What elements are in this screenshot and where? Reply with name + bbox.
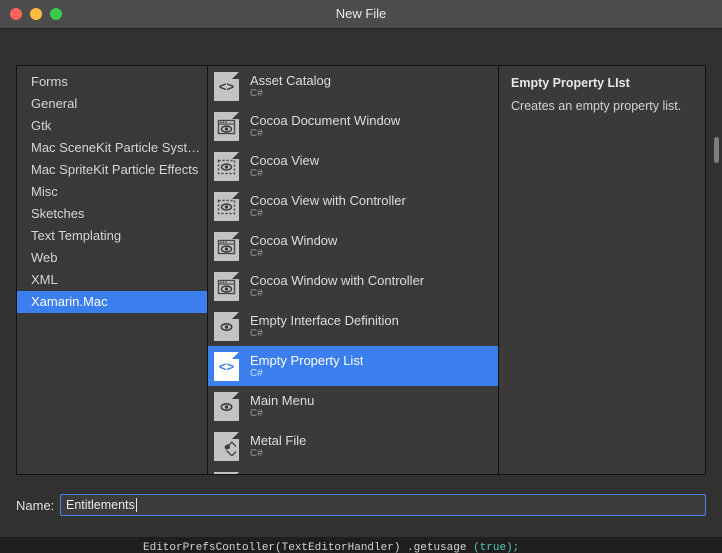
window-titlebar: New File bbox=[0, 0, 722, 29]
background-code-line: EditorPrefsContoller(TextEditorHandler) … bbox=[143, 542, 519, 553]
template-item-name: Asset Catalog bbox=[250, 72, 331, 88]
template-item-language: C# bbox=[250, 367, 263, 379]
template-item-name: Empty Interface Definition bbox=[250, 312, 399, 328]
code-brackets-document-icon: <> bbox=[212, 70, 240, 102]
template-item-name: Cocoa Window bbox=[250, 232, 338, 248]
name-label: Name: bbox=[16, 497, 55, 513]
template-item-main-menu[interactable]: Main Menu C# bbox=[208, 386, 498, 426]
window-eye-document-icon bbox=[212, 230, 240, 262]
template-item-language: C# bbox=[250, 207, 263, 219]
name-input-value: Entitlements bbox=[66, 498, 135, 512]
template-item-metal-file[interactable]: Metal File C# bbox=[208, 426, 498, 466]
eye-document-icon bbox=[212, 390, 240, 422]
template-item-cocoa-view-with-controller[interactable]: Cocoa View with Controller C# bbox=[208, 186, 498, 226]
template-item-language: C# bbox=[250, 407, 263, 419]
code-token-1: EditorPrefsContoller(TextEditorHandler) … bbox=[143, 542, 467, 553]
template-item-language: C# bbox=[250, 327, 263, 339]
category-item-web[interactable]: Web bbox=[17, 247, 207, 269]
template-item-empty-interface-definition[interactable]: Empty Interface Definition C# bbox=[208, 306, 498, 346]
window-eye-document-icon bbox=[212, 270, 240, 302]
background-code-strip: EditorPrefsContoller(TextEditorHandler) … bbox=[0, 537, 722, 553]
template-item-name: Cocoa View with Controller bbox=[250, 192, 406, 208]
window-scrollbar[interactable] bbox=[713, 59, 720, 537]
dashed-eye-document-icon bbox=[212, 150, 240, 182]
template-item-language: C# bbox=[250, 287, 263, 299]
category-list[interactable]: Forms General Gtk Mac SceneKit Particle … bbox=[17, 66, 208, 474]
eye-document-icon bbox=[212, 310, 240, 342]
category-item-general[interactable]: General bbox=[17, 93, 207, 115]
template-item-language: C# bbox=[250, 127, 263, 139]
category-item-mac-scenekit-particle-systems[interactable]: Mac SceneKit Particle Systems bbox=[17, 137, 207, 159]
template-item-cocoa-window-with-controller[interactable]: Cocoa Window with Controller C# bbox=[208, 266, 498, 306]
template-item-name: Metal File bbox=[250, 432, 307, 448]
template-item-name: Cocoa View bbox=[250, 152, 320, 168]
code-token-2: (true); bbox=[473, 542, 520, 553]
name-input[interactable]: Entitlements bbox=[60, 494, 706, 516]
template-item-name: Cocoa Window with Controller bbox=[250, 272, 425, 288]
category-item-text-templating[interactable]: Text Templating bbox=[17, 225, 207, 247]
template-item-name: Cocoa Document Window bbox=[250, 112, 401, 128]
scrollbar-thumb[interactable] bbox=[714, 137, 719, 163]
template-item-language: C# bbox=[250, 167, 263, 179]
template-item-asset-catalog[interactable]: <> Asset Catalog C# bbox=[208, 66, 498, 106]
category-item-mac-spritekit-particle-effects[interactable]: Mac SpriteKit Particle Effects bbox=[17, 159, 207, 181]
template-browser: Forms General Gtk Mac SceneKit Particle … bbox=[16, 65, 706, 475]
template-item-clipped[interactable] bbox=[208, 466, 498, 474]
template-item-name: Empty Property List bbox=[250, 352, 364, 368]
category-item-forms[interactable]: Forms bbox=[17, 71, 207, 93]
template-item-language: C# bbox=[250, 447, 263, 459]
window-title: New File bbox=[335, 6, 387, 21]
category-item-xml[interactable]: XML bbox=[17, 269, 207, 291]
text-caret bbox=[135, 498, 137, 512]
template-item-language: C# bbox=[250, 87, 263, 99]
template-item-name: Main Menu bbox=[250, 392, 315, 408]
template-list[interactable]: <> Asset Catalog C# Cocoa Document Windo… bbox=[208, 66, 499, 474]
template-item-language: C# bbox=[250, 247, 263, 259]
category-item-gtk[interactable]: Gtk bbox=[17, 115, 207, 137]
name-row: Name: Entitlements bbox=[16, 493, 706, 517]
template-detail-panel: Empty Property LIst Creates an empty pro… bbox=[499, 66, 705, 474]
template-item-cocoa-view[interactable]: Cocoa View C# bbox=[208, 146, 498, 186]
category-item-misc[interactable]: Misc bbox=[17, 181, 207, 203]
window-eye-document-icon bbox=[212, 110, 240, 142]
document-icon bbox=[212, 470, 240, 474]
diamond-document-icon bbox=[212, 430, 240, 462]
template-item-empty-property-list[interactable]: <> Empty Property List C# bbox=[208, 346, 498, 386]
template-item-cocoa-window[interactable]: Cocoa Window C# bbox=[208, 226, 498, 266]
detail-title: Empty Property LIst bbox=[511, 76, 630, 90]
new-file-dialog-window: New File Forms General Gtk Mac SceneKit … bbox=[0, 0, 722, 537]
category-item-sketches[interactable]: Sketches bbox=[17, 203, 207, 225]
category-item-xamarin-mac[interactable]: Xamarin.Mac bbox=[17, 291, 207, 313]
detail-description: Creates an empty property list. bbox=[511, 99, 682, 113]
code-brackets-document-icon: <> bbox=[212, 350, 240, 382]
dialog-body: Forms General Gtk Mac SceneKit Particle … bbox=[0, 29, 722, 537]
template-item-cocoa-document-window[interactable]: Cocoa Document Window C# bbox=[208, 106, 498, 146]
dashed-eye-document-icon bbox=[212, 190, 240, 222]
